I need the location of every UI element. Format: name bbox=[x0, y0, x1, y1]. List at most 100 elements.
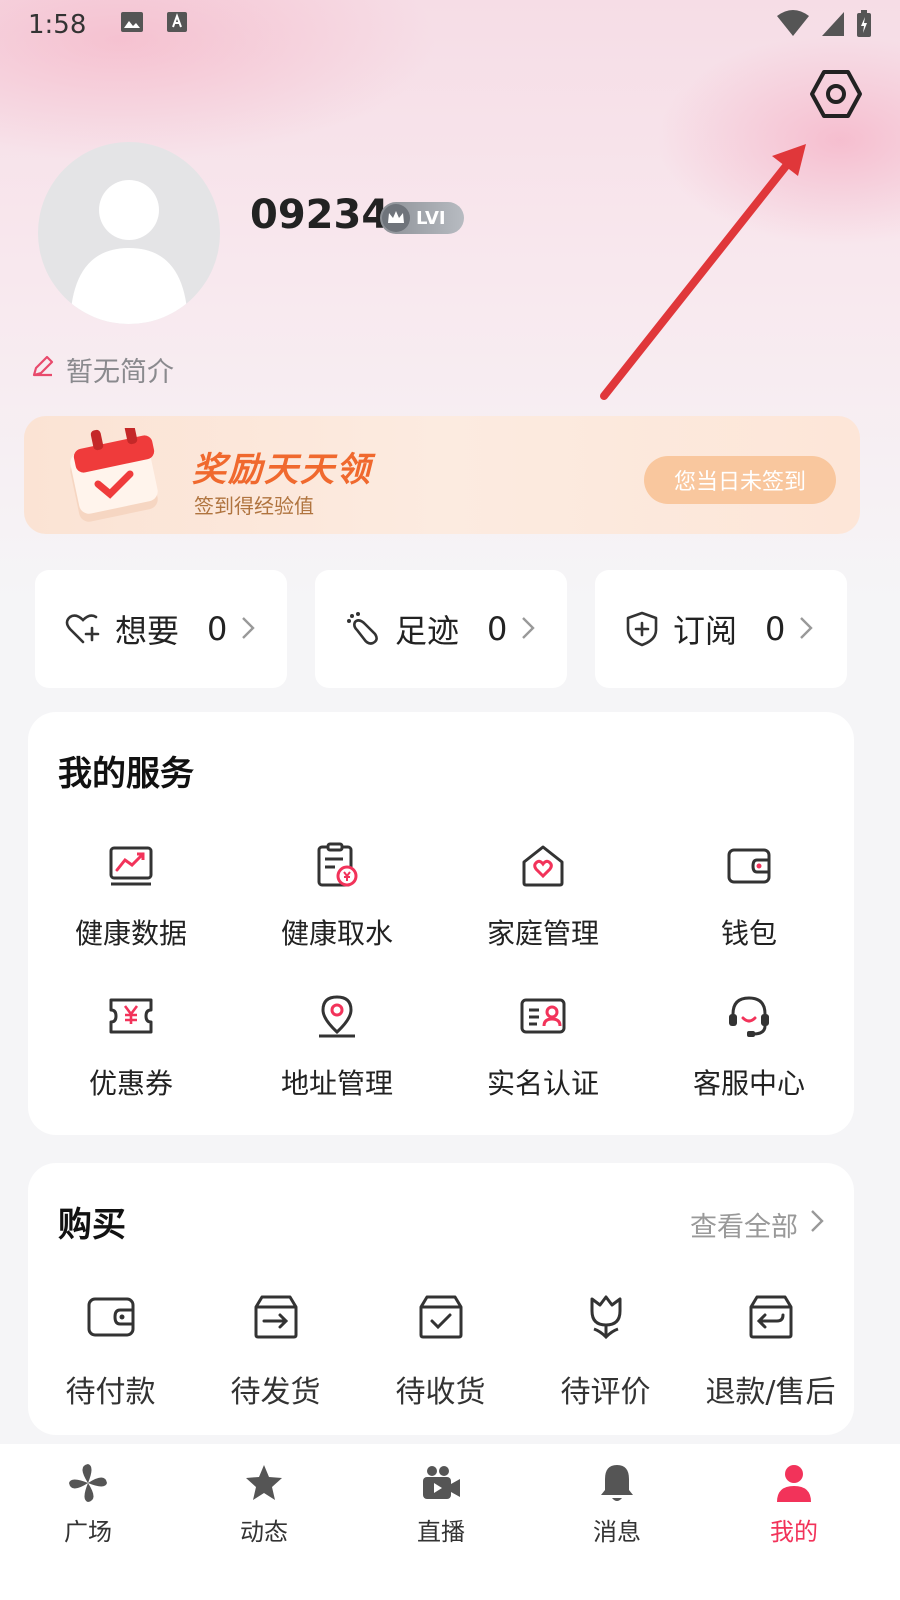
stat-count: 0 bbox=[487, 610, 508, 648]
reward-title: 奖励天天领 bbox=[192, 450, 372, 490]
order-pending-review[interactable]: 待评价 bbox=[523, 1291, 688, 1411]
pinwheel-icon bbox=[69, 1464, 107, 1502]
tab-messages[interactable]: 消息 bbox=[557, 1462, 677, 1547]
tab-dynamic[interactable]: 动态 bbox=[204, 1462, 324, 1547]
level-label: LVI bbox=[416, 207, 446, 229]
wallet-icon bbox=[727, 848, 771, 884]
tab-live[interactable]: 直播 bbox=[381, 1462, 501, 1547]
chevron-right-icon bbox=[241, 610, 256, 648]
status-bar: 1:58 bbox=[0, 0, 900, 50]
heart-plus-icon bbox=[65, 614, 100, 644]
order-pending-shipment[interactable]: 待发货 bbox=[193, 1291, 358, 1411]
stat-card-subscribe[interactable]: 订阅 0 bbox=[595, 570, 847, 688]
crown-icon bbox=[382, 204, 410, 232]
chevron-right-icon bbox=[799, 610, 814, 648]
service-address[interactable]: 地址管理 bbox=[234, 992, 440, 1122]
text-notification-icon bbox=[166, 10, 188, 40]
purchase-title: 购买 bbox=[58, 1205, 126, 1245]
health-data-icon bbox=[109, 846, 153, 886]
stat-count: 0 bbox=[207, 610, 228, 648]
stats-row: 想要 0 足迹 0 订阅 0 bbox=[35, 570, 847, 688]
service-label: 家庭管理 bbox=[486, 917, 599, 950]
stat-label: 订阅 bbox=[673, 612, 738, 650]
location-pin-icon bbox=[319, 995, 355, 1038]
tab-label: 直播 bbox=[417, 1518, 465, 1546]
service-wallet[interactable]: 钱包 bbox=[646, 842, 852, 972]
service-label: 优惠券 bbox=[88, 1067, 173, 1100]
star-icon bbox=[246, 1465, 282, 1500]
status-time: 1:58 bbox=[28, 10, 87, 40]
water-bill-icon bbox=[317, 842, 358, 887]
service-family[interactable]: 家庭管理 bbox=[440, 842, 646, 972]
stat-card-want[interactable]: 想要 0 bbox=[35, 570, 287, 688]
reward-subtitle: 签到得经验值 bbox=[194, 494, 314, 518]
settings-hexagon-icon bbox=[810, 70, 862, 118]
footprint-icon bbox=[347, 612, 378, 645]
order-label: 待付款 bbox=[65, 1375, 156, 1410]
reward-banner[interactable]: 奖励天天领 签到得经验值 您当日未签到 bbox=[24, 416, 860, 534]
view-all-label: 查看全部 bbox=[690, 1212, 798, 1243]
service-health-data[interactable]: 健康数据 bbox=[28, 842, 234, 972]
service-label: 钱包 bbox=[720, 917, 777, 950]
bio-text: 暂无简介 bbox=[66, 357, 174, 388]
box-ship-icon bbox=[254, 1295, 297, 1339]
shield-plus-icon bbox=[626, 611, 658, 647]
order-label: 待收货 bbox=[395, 1375, 486, 1410]
chevron-right-icon bbox=[521, 610, 536, 648]
battery-icon bbox=[856, 10, 872, 45]
service-customer-center[interactable]: 客服中心 bbox=[646, 992, 852, 1122]
family-home-icon bbox=[522, 845, 564, 887]
box-check-icon bbox=[419, 1295, 462, 1339]
stat-count: 0 bbox=[765, 610, 786, 648]
headset-icon bbox=[729, 996, 769, 1037]
username: 09234 bbox=[250, 192, 390, 238]
tab-mine[interactable]: 我的 bbox=[734, 1462, 854, 1547]
video-camera-icon bbox=[423, 1466, 460, 1499]
purchase-card: 购买 查看全部 待付款 待发货 待收货 待评价 退款/售后 bbox=[28, 1163, 854, 1435]
service-real-name[interactable]: 实名认证 bbox=[440, 992, 646, 1122]
stat-label: 想要 bbox=[115, 612, 180, 650]
services-title: 我的服务 bbox=[58, 754, 194, 794]
services-card: 我的服务 健康数据 健康取水 家庭管理 钱包 优惠券 地址管理 实名认证 客服中… bbox=[28, 712, 854, 1135]
stat-label: 足迹 bbox=[395, 612, 460, 650]
service-coupon[interactable]: 优惠券 bbox=[28, 992, 234, 1122]
id-card-icon bbox=[520, 998, 566, 1034]
order-pending-payment[interactable]: 待付款 bbox=[28, 1291, 193, 1411]
order-pending-receipt[interactable]: 待收货 bbox=[358, 1291, 523, 1411]
calendar-gift-icon bbox=[70, 428, 158, 522]
settings-button[interactable] bbox=[808, 66, 864, 122]
service-label: 实名认证 bbox=[486, 1067, 599, 1100]
bell-icon bbox=[601, 1465, 633, 1501]
chevron-right-icon bbox=[810, 1209, 824, 1240]
level-badge[interactable]: LVI bbox=[380, 202, 464, 234]
wallet-icon bbox=[87, 1297, 134, 1337]
wifi-icon bbox=[776, 10, 810, 45]
order-refund-aftersale[interactable]: 退款/售后 bbox=[688, 1291, 853, 1411]
order-label: 待发货 bbox=[230, 1375, 321, 1410]
default-avatar-icon bbox=[70, 180, 188, 324]
signin-button[interactable]: 您当日未签到 bbox=[644, 456, 836, 504]
view-all-orders-link[interactable]: 查看全部 bbox=[690, 1205, 824, 1244]
order-label: 退款/售后 bbox=[705, 1375, 836, 1410]
order-label: 待评价 bbox=[560, 1375, 651, 1410]
cell-signal-icon bbox=[820, 10, 846, 45]
bio-row[interactable]: 暂无简介 bbox=[30, 350, 174, 389]
tab-label: 消息 bbox=[593, 1518, 641, 1546]
tab-plaza[interactable]: 广场 bbox=[28, 1462, 148, 1547]
tab-label: 动态 bbox=[240, 1518, 288, 1546]
status-right-icons bbox=[776, 10, 872, 45]
stat-card-footprint[interactable]: 足迹 0 bbox=[315, 570, 567, 688]
tab-label: 广场 bbox=[64, 1518, 112, 1546]
service-health-water[interactable]: 健康取水 bbox=[234, 842, 440, 972]
coupon-icon bbox=[109, 998, 153, 1034]
box-return-icon bbox=[749, 1295, 792, 1339]
service-label: 健康取水 bbox=[280, 917, 393, 950]
bottom-tab-bar: 广场 动态 直播 消息 我的 bbox=[0, 1444, 900, 1600]
person-icon bbox=[777, 1465, 811, 1502]
service-label: 健康数据 bbox=[74, 917, 187, 950]
flower-review-icon bbox=[590, 1295, 621, 1340]
service-label: 客服中心 bbox=[692, 1067, 805, 1100]
avatar[interactable] bbox=[38, 142, 220, 324]
image-notification-icon bbox=[120, 10, 144, 40]
edit-pencil-icon bbox=[30, 353, 56, 386]
